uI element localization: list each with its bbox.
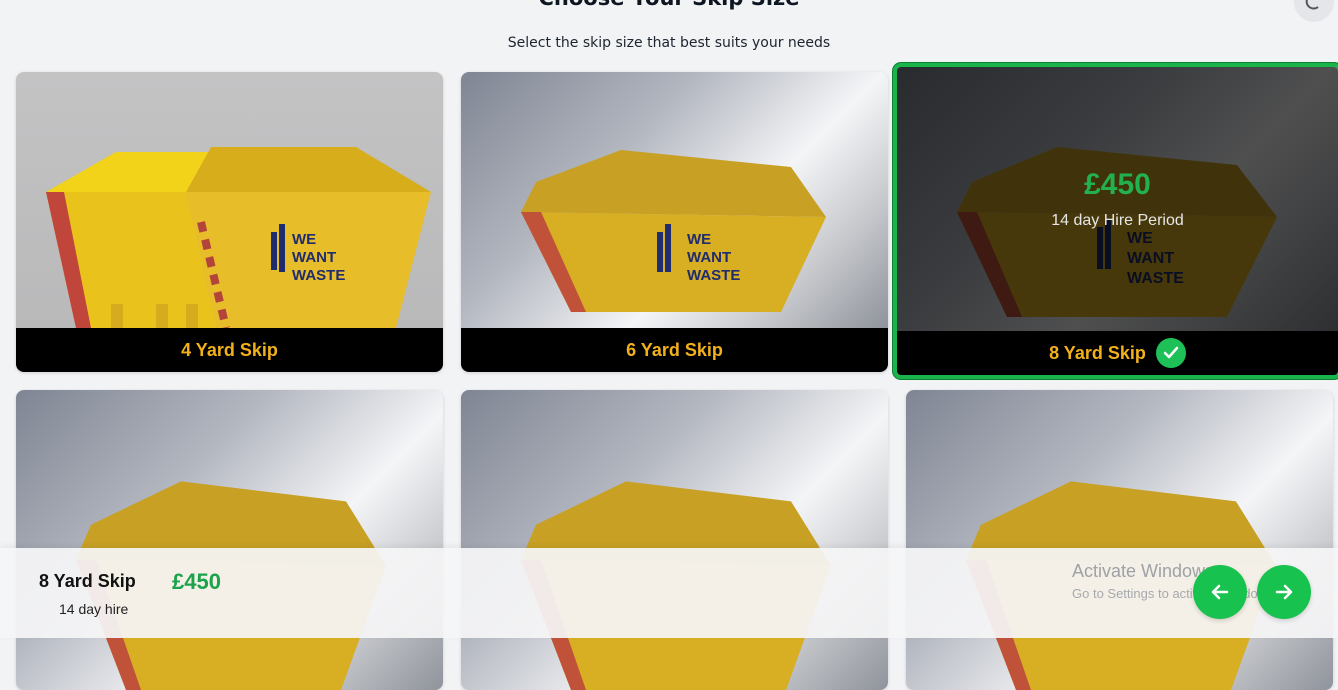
skip-card[interactable] [16, 390, 443, 690]
brand-logo-line-2: WANT [687, 249, 731, 266]
selected-skip-name: 8 Yard Skip [39, 571, 136, 591]
price-overlay: £450 14 day Hire Period [897, 67, 1338, 331]
skip-card-4-yard[interactable]: WE WANT WASTE 4 Yard Skip [16, 72, 443, 372]
windows-activation-title: Activate Windows [1072, 561, 1215, 581]
selected-skip-price: £450 [172, 569, 221, 594]
brand-logo-line-3: WASTE [292, 267, 345, 284]
skip-card-6-yard[interactable]: WE WANT WASTE 6 Yard Skip [461, 72, 888, 372]
card-label-bar: 8 Yard Skip [897, 331, 1338, 375]
brand-logo-line-1: WE [687, 231, 711, 248]
checkmark-icon [1155, 338, 1186, 368]
page-subtitle: Select the skip size that best suits you… [507, 35, 831, 51]
moon-icon [1305, 0, 1319, 10]
skip-card[interactable] [906, 390, 1333, 690]
continue-button[interactable] [1257, 565, 1311, 619]
card-label-bar: 4 Yard Skip [16, 328, 443, 372]
card-hire-period: 14 day Hire Period [1051, 212, 1184, 229]
skip-image: WE WANT WASTE [461, 72, 888, 328]
skip-card[interactable] [461, 390, 888, 690]
theme-toggle-button[interactable] [1294, 0, 1334, 22]
skip-image: WE WANT WASTE [16, 72, 443, 328]
card-label: 8 Yard Skip [1049, 342, 1146, 363]
arrow-right-icon [1275, 584, 1293, 600]
back-button[interactable] [1193, 565, 1247, 619]
skip-card-8-yard[interactable]: WE WANT WASTE £450 14 day Hire Period 8 … [893, 63, 1338, 379]
skip-image [906, 390, 1333, 690]
brand-logo-line-3: WASTE [687, 267, 740, 284]
arrow-left-icon [1211, 584, 1229, 600]
card-label: 4 Yard Skip [181, 339, 278, 360]
page-title: Choose Your Skip Size [0, 0, 1338, 10]
skip-image [461, 390, 888, 690]
card-price: £450 [1084, 168, 1151, 201]
brand-logo-line-1: WE [292, 231, 316, 248]
card-label: 6 Yard Skip [626, 339, 723, 360]
brand-logo-line-2: WANT [292, 249, 336, 266]
card-label-bar: 6 Yard Skip [461, 328, 888, 372]
skip-image [16, 390, 443, 690]
selected-skip-period: 14 day hire [59, 601, 129, 617]
